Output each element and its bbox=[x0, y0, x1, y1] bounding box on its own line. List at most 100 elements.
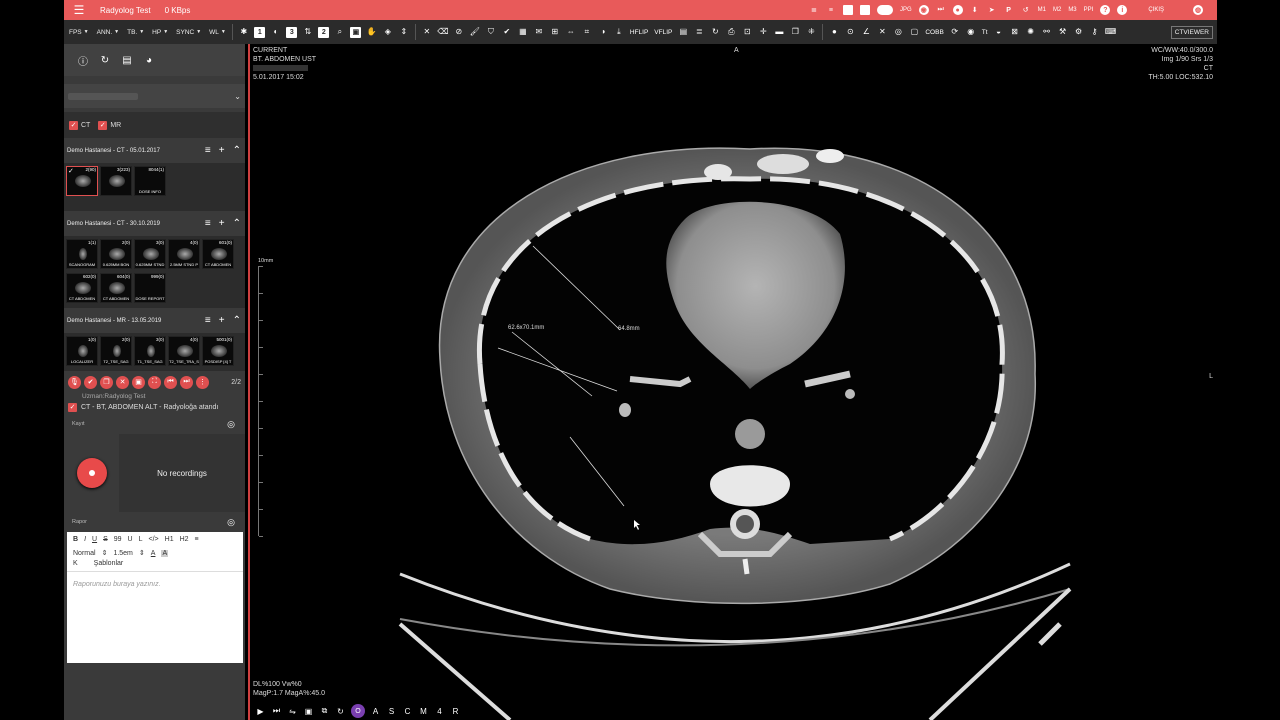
info-icon[interactable]: i bbox=[1117, 5, 1128, 15]
m2-button[interactable]: M2 bbox=[1053, 7, 1061, 13]
marker-icon[interactable]: ⛉ bbox=[485, 27, 496, 38]
disc-icon[interactable]: ● bbox=[952, 5, 963, 15]
underline2-button[interactable]: U bbox=[128, 536, 133, 543]
series-thumbnail[interactable]: 4(0) 2.5MM STND P bbox=[168, 239, 200, 269]
layout-box-icon[interactable]: ▣ bbox=[350, 26, 362, 38]
help-icon[interactable]: ? bbox=[1100, 5, 1111, 15]
layout-3-icon[interactable]: 3 bbox=[286, 26, 298, 38]
reset-r-button[interactable]: R bbox=[450, 707, 461, 716]
mr-checkbox[interactable]: ✓ bbox=[98, 120, 108, 130]
list-button[interactable]: ≡ bbox=[195, 536, 199, 543]
eye-off-icon[interactable]: ◎ bbox=[227, 517, 235, 528]
cancel-icon[interactable]: ✕ bbox=[116, 375, 129, 389]
square-roi-icon[interactable]: ▢ bbox=[909, 27, 920, 38]
eye-icon[interactable]: ◉ bbox=[918, 5, 929, 15]
chevron-up-icon[interactable]: ⌃ bbox=[233, 145, 241, 156]
gear-icon[interactable]: ⚙ bbox=[1073, 27, 1084, 38]
measurement-label-area[interactable]: 62.6x70.1mm bbox=[508, 324, 544, 333]
l-button[interactable]: L bbox=[139, 536, 143, 543]
menu-lines-icon[interactable]: ≡ bbox=[205, 145, 211, 156]
next-icon[interactable]: ⏭ bbox=[180, 375, 193, 389]
key-icon[interactable]: ⚷ bbox=[1089, 27, 1100, 38]
series-thumbnail[interactable]: 2(0) 0.625MM BON bbox=[100, 239, 132, 269]
invert-icon[interactable]: ◑ bbox=[597, 27, 608, 38]
cross-arrows-icon[interactable]: ✕ bbox=[877, 27, 888, 38]
mpr-icon[interactable]: ⊠ bbox=[1009, 27, 1020, 38]
copy-icon[interactable]: ❐ bbox=[790, 27, 801, 38]
order-checkbox[interactable]: ✓ bbox=[68, 402, 77, 412]
study-header[interactable]: Demo Hastanesi - CT - 30.10.2019 ≡ + ⌃ bbox=[64, 211, 245, 236]
series-thumbnail[interactable]: 602(0) CT ABDOMEN bbox=[66, 273, 98, 303]
study-header[interactable]: Demo Hastanesi - MR - 13.05.2019 ≡ + ⌃ bbox=[64, 308, 245, 333]
settings-icon[interactable]: ✱ bbox=[238, 27, 249, 38]
brush-icon[interactable]: 🖌 bbox=[469, 27, 480, 38]
tb-dropdown[interactable]: TB. ▼ bbox=[124, 25, 147, 39]
table-icon[interactable]: ▤ bbox=[678, 27, 689, 38]
menu-lines-icon[interactable]: ≡ bbox=[205, 315, 211, 326]
plus-icon[interactable]: + bbox=[219, 315, 225, 326]
size-select[interactable]: 1.5em bbox=[113, 550, 132, 557]
series-thumbnail[interactable]: ✓ 2(90) bbox=[66, 166, 98, 196]
format-select[interactable]: Normal bbox=[73, 550, 96, 557]
code-button[interactable]: </> bbox=[149, 536, 159, 543]
plus-icon[interactable]: + bbox=[219, 145, 225, 156]
ann-dropdown[interactable]: ANN. ▼ bbox=[94, 25, 122, 39]
ppi-button[interactable]: PPI bbox=[1084, 7, 1094, 13]
keyboard-icon[interactable]: ⌨ bbox=[1105, 27, 1117, 38]
loop-icon[interactable]: ⇋ bbox=[287, 707, 298, 716]
series-thumbnail[interactable]: 1(1) SCANOGRAM bbox=[66, 239, 98, 269]
fps-dropdown[interactable]: FPS ▼ bbox=[66, 25, 92, 39]
series-thumbnail[interactable]: 601(0) CT ABDOMEN bbox=[202, 239, 234, 269]
info-icon[interactable]: ⓘ bbox=[78, 55, 88, 68]
export-icon[interactable]: ⧉ bbox=[319, 706, 330, 716]
list-icon[interactable]: ▤ bbox=[122, 55, 132, 66]
refresh-icon[interactable]: ↻ bbox=[335, 707, 346, 716]
download-image-icon[interactable]: ⤓ bbox=[613, 27, 624, 38]
series-thumbnail[interactable]: 3(0) 0.625MM STND bbox=[134, 239, 166, 269]
image-icon[interactable] bbox=[859, 5, 870, 15]
grid-icon[interactable]: ▦ bbox=[517, 27, 528, 38]
link-icon[interactable]: ⚯ bbox=[1041, 27, 1052, 38]
eye-off-icon[interactable]: ◎ bbox=[227, 419, 235, 430]
series-thumbnail[interactable]: 5001(0) POSDISP [4] T bbox=[202, 336, 234, 366]
previous-icon[interactable]: ⏮ bbox=[164, 375, 177, 389]
chevron-up-icon[interactable]: ⌃ bbox=[233, 315, 241, 326]
refresh-icon[interactable]: ↻ bbox=[100, 55, 110, 66]
chevron-up-icon[interactable]: ⌃ bbox=[233, 218, 241, 229]
rotate-icon[interactable]: ◈ bbox=[382, 27, 393, 38]
angle-icon[interactable]: ∠ bbox=[861, 27, 872, 38]
mail-icon[interactable]: ✉ bbox=[533, 27, 544, 38]
download-icon[interactable]: ⬇ bbox=[970, 5, 980, 15]
close-icon[interactable]: ✕ bbox=[421, 27, 432, 38]
k-button[interactable]: K bbox=[73, 560, 78, 567]
play-icon[interactable]: ▶ bbox=[255, 707, 266, 716]
sun-icon[interactable]: ✺ bbox=[1025, 27, 1036, 38]
m1-button[interactable]: M1 bbox=[1038, 7, 1046, 13]
list-icon[interactable]: ≣ bbox=[809, 5, 819, 15]
crop-icon[interactable]: ⌗ bbox=[581, 27, 592, 38]
orientation-a-button[interactable]: A bbox=[370, 707, 381, 716]
reset-icon[interactable]: ↻ bbox=[710, 27, 721, 38]
target-icon[interactable]: ⊙ bbox=[845, 27, 856, 38]
frame-icon[interactable]: ⊞ bbox=[549, 27, 560, 38]
window-icon[interactable] bbox=[842, 5, 853, 15]
series-thumbnail[interactable]: 999(0) DOSE REPORT bbox=[134, 273, 166, 303]
jpg-button[interactable]: JPG bbox=[900, 7, 912, 13]
patient-selector[interactable]: ⌄ bbox=[64, 84, 245, 108]
microphone-icon[interactable]: 🎙 bbox=[68, 375, 81, 389]
probe-icon[interactable]: ◉ bbox=[965, 27, 976, 38]
measurement-label-length[interactable]: 64.8mm bbox=[618, 325, 640, 334]
mpr-m-button[interactable]: M bbox=[418, 707, 429, 716]
approve-icon[interactable]: ✔ bbox=[84, 375, 97, 389]
font-color-button[interactable]: A bbox=[151, 550, 156, 557]
tools-icon[interactable]: ⚒ bbox=[1057, 27, 1068, 38]
h1-button[interactable]: H1 bbox=[165, 536, 174, 543]
circle-roi-icon[interactable]: ◎ bbox=[893, 27, 904, 38]
orientation-c-button[interactable]: C bbox=[402, 707, 413, 716]
study-header[interactable]: Demo Hastanesi - CT - 05.01.2017 ≡ + ⌃ bbox=[64, 138, 245, 163]
series-thumbnail[interactable]: 3(223) bbox=[100, 166, 132, 196]
series-thumbnail[interactable]: 604(0) CT ABDOMEN bbox=[100, 273, 132, 303]
h2-button[interactable]: H2 bbox=[180, 536, 189, 543]
ctviewer-button[interactable]: CTVIEWER bbox=[1170, 25, 1213, 39]
sync-dropdown[interactable]: SYNC ▼ bbox=[173, 25, 204, 39]
